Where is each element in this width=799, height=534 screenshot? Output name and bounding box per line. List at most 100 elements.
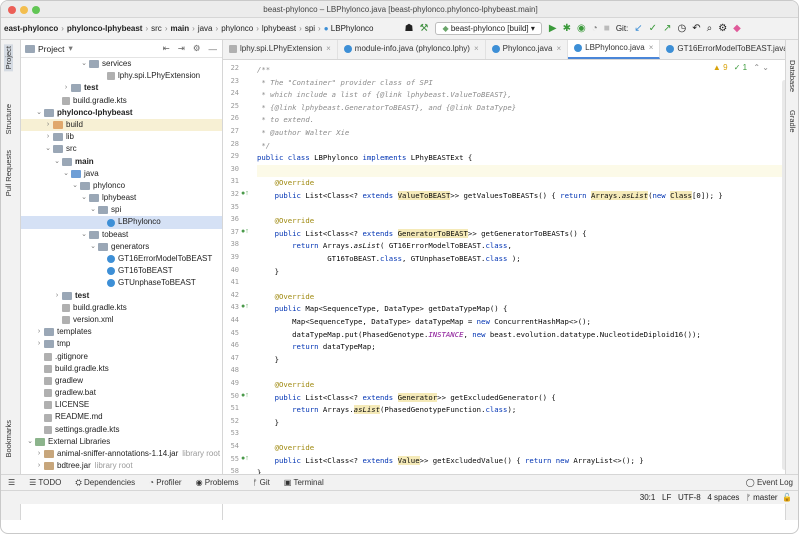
tree-item[interactable]: ⌄ generators [21,241,222,253]
code-line[interactable]: * which include a list of {@link lphybea… [257,89,511,101]
breadcrumb-lphybeast[interactable]: lphybeast [259,24,299,33]
code-line[interactable]: @Override [257,177,315,189]
tree-item[interactable]: ⌄ phylonco [21,180,222,192]
code-editor[interactable]: 22 23 24 25 26 27 28 29 30 31 32 ●↑ 35 36 37 ●↑ 38 39 40 41… [223,60,787,474]
line-separator[interactable]: LF [662,493,671,502]
code-line[interactable]: dataTypeMap.put(PhasedGenotype.INSTANCE,… [257,329,701,341]
breadcrumb-class[interactable]: ● LBPhylonco [321,24,377,33]
breadcrumb-java[interactable]: java [195,24,216,33]
todo-tool-button[interactable]: ☰ TODO [22,478,68,487]
code-line[interactable]: public List<Class<? extends Value>> getE… [257,455,644,467]
tree-item[interactable]: ⌄ lphybeast [21,192,222,204]
code-line[interactable]: public Map<SequenceType, DataType> getDa… [257,303,508,315]
tree-item[interactable]: ⌄ services [21,58,222,70]
code-line[interactable]: public List<Class<? extends Generator>> … [257,392,556,404]
git-update-icon[interactable]: ↙ [634,23,642,34]
project-tool-tab[interactable]: Project [4,44,13,72]
tree-item[interactable]: › tmp [21,338,222,350]
bookmarks-tool-tab[interactable]: Bookmarks [4,420,13,458]
vcs-user-icon[interactable]: ☗ [405,23,414,34]
editor-tab[interactable]: lphy.spi.LPhyExtension × [223,40,338,59]
override-marker-icon[interactable]: ●↑ [241,228,253,235]
chevron-down-icon[interactable]: ⌄ [70,180,80,192]
override-marker-icon[interactable]: ●↑ [241,303,253,310]
tree-item[interactable]: settings.gradle.kts [21,424,222,436]
code-line[interactable]: } [257,467,261,474]
indent-setting[interactable]: 4 spaces [707,493,739,502]
code-line[interactable]: @Override [257,442,315,454]
code-line[interactable]: } [257,266,279,278]
code-line[interactable]: public List<Class<? extends GeneratorToB… [257,228,587,240]
settings-gear-icon[interactable]: ⚙ [718,23,727,34]
code-line[interactable]: /** [257,64,270,76]
code-line[interactable]: public List<Class<? extends ValueToBEAST… [257,190,723,202]
chevron-right-icon[interactable]: › [43,119,53,131]
zoom-window-button[interactable] [32,6,40,14]
run-icon[interactable]: ▶ [549,23,557,34]
tree-item[interactable]: build.gradle.kts [21,302,222,314]
inspection-summary[interactable]: ▲ 9 ✓ 1 ⌃ ⌄ [713,63,769,72]
chevron-right-icon[interactable]: › [34,326,44,338]
project-panel-title[interactable]: Project [38,44,64,54]
tree-item[interactable]: README.md [21,411,222,423]
close-tab-icon[interactable]: × [326,40,331,59]
database-tool-tab[interactable]: Database [788,60,797,92]
tree-item[interactable]: LICENSE [21,399,222,411]
minimize-window-button[interactable] [20,6,28,14]
tree-item[interactable]: ⌄ spi [21,204,222,216]
chevron-down-icon[interactable]: ⌄ [79,192,89,204]
code-line[interactable]: return Arrays.asList(PhasedGenotypeFunct… [257,404,516,416]
tree-item[interactable]: ⌄ phylonco-lphybeast [21,107,222,119]
profiler-tool-button[interactable]: ◔ Profiler [142,478,188,487]
code-line[interactable]: Map<SequenceType, DataType> dataTypeMap … [257,316,591,328]
expand-all-icon[interactable]: ⇥ [178,43,185,54]
tree-item[interactable]: lphy.spi.LPhyExtension [21,70,222,82]
tree-item[interactable]: build.gradle.kts [21,363,222,375]
chevron-down-icon[interactable]: ⌄ [79,58,89,70]
chevron-right-icon[interactable]: › [34,460,44,472]
tree-item[interactable]: › test [21,290,222,302]
code-line[interactable]: } [257,354,279,366]
editor-tab[interactable]: GT16ErrorModelToBEAST.java× [660,40,787,59]
git-tool-button[interactable]: ᚠ Git [246,478,277,487]
tree-item[interactable]: version.xml [21,314,222,326]
tree-item[interactable]: GT16ErrorModelToBEAST [21,253,222,265]
chevron-right-icon[interactable]: › [43,131,53,143]
editor-tab[interactable]: module-info.java (phylonco.lphy) × [338,40,486,59]
tree-item[interactable]: › bdtree.jar library root [21,460,222,472]
search-icon[interactable]: ⌕ [707,23,713,34]
tree-item[interactable]: build.gradle.kts [21,95,222,107]
chevron-right-icon[interactable]: › [52,290,62,302]
override-marker-icon[interactable]: ●↑ [241,190,253,197]
editor-tab[interactable]: LBPhylonco.java × [568,40,661,59]
rollback-icon[interactable]: ↶ [692,23,700,34]
tree-item[interactable]: gradlew [21,375,222,387]
code-line[interactable]: GT16ToBEAST.class, GTUnphaseToBEAST.clas… [257,253,520,265]
chevron-right-icon[interactable]: › [34,338,44,350]
chevron-down-icon[interactable]: ⌄ [88,204,98,216]
history-icon[interactable]: ◷ [677,23,686,34]
chevron-down-icon[interactable]: ⌄ [61,168,71,180]
tree-item[interactable]: › lib [21,131,222,143]
tree-item[interactable]: LBPhylonco [21,216,222,229]
close-tab-icon[interactable]: × [474,40,479,59]
breadcrumb-spi[interactable]: spi [302,24,318,33]
event-log-button[interactable]: ◯ Event Log [739,478,798,487]
tree-item[interactable]: ⌄ java [21,168,222,180]
close-window-button[interactable] [8,6,16,14]
tree-item[interactable]: .gitignore [21,351,222,363]
chevron-down-icon[interactable]: ⌄ [79,229,89,241]
breadcrumb-phylonco[interactable]: phylonco [218,24,256,33]
lock-icon[interactable]: 🔓 [782,493,792,502]
breadcrumb-root[interactable]: east-phylonco [1,24,61,33]
tree-item[interactable]: ⌄ src [21,143,222,155]
code-line[interactable]: * @author Walter Xie [257,127,349,139]
breadcrumb-main[interactable]: main [167,24,192,33]
gradle-tool-tab[interactable]: Gradle [788,110,797,133]
chevron-down-icon[interactable]: ⌄ [88,241,98,253]
panel-toggle-icon[interactable]: ☰ [1,478,22,487]
code-line[interactable]: * {@link lphybeast.GeneratorToBEAST}, an… [257,102,516,114]
tree-item[interactable]: › animal-sniffer-annotations-1.14.jar libr… [21,448,222,460]
code-line[interactable]: } [257,417,279,429]
git-commit-icon[interactable]: ✓ [649,23,657,34]
